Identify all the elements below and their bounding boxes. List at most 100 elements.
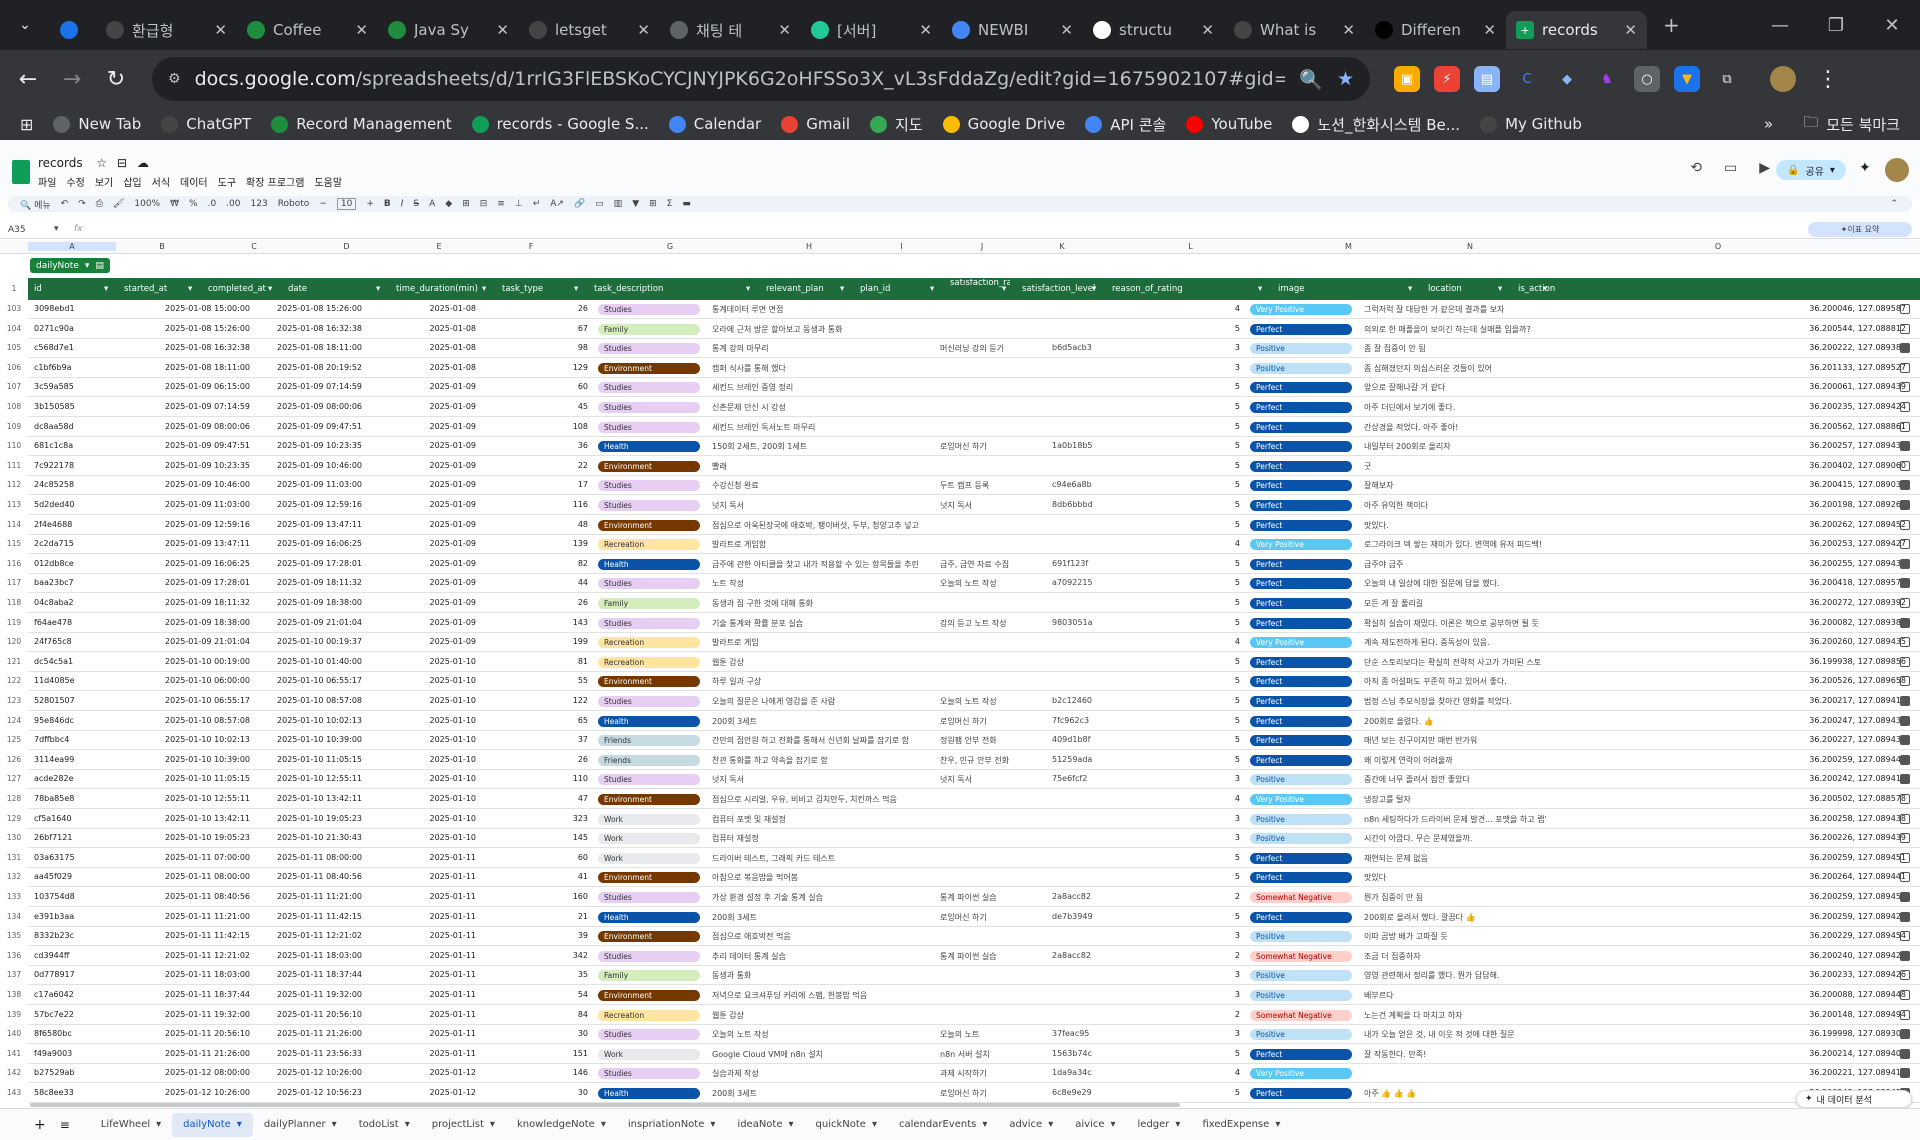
- browser-tab[interactable]: + records ✕: [1506, 11, 1647, 49]
- bookmark-item[interactable]: New Tab: [53, 115, 141, 133]
- sheet-tab[interactable]: knowledgeNote ▾: [506, 1113, 617, 1137]
- profile-avatar[interactable]: [1770, 66, 1796, 92]
- cell-date[interactable]: 2025-01-11: [398, 912, 477, 921]
- column-letter[interactable]: D: [300, 242, 393, 251]
- close-icon[interactable]: ✕: [1624, 21, 1637, 39]
- is-action-checkbox[interactable]: [1900, 833, 1910, 844]
- cell-completed-at[interactable]: 2025-01-10 08:57:08: [262, 696, 362, 705]
- cell-description[interactable]: 기술 통계와 확률 분포 실습: [712, 618, 940, 629]
- is-action-checkbox[interactable]: [1900, 598, 1910, 608]
- cell-completed-at[interactable]: 2025-01-09 17:28:01: [262, 559, 362, 568]
- history-icon[interactable]: ⟲: [1690, 160, 1702, 176]
- task-type-chip[interactable]: Family: [598, 323, 700, 335]
- cell-reason[interactable]: 조금 더 집중하자: [1364, 951, 1600, 962]
- cell-relevant-plan[interactable]: 로잉머신 하기: [940, 1088, 1050, 1099]
- dropdown-arrow-icon[interactable]: ▾: [188, 284, 192, 294]
- is-action-checkbox[interactable]: [1900, 539, 1910, 550]
- cell-date[interactable]: 2025-01-10: [398, 833, 477, 842]
- cell-location[interactable]: 36.200247, 127.089432: [1748, 716, 1906, 725]
- cell-reason[interactable]: 왜 이렇게 연락이 어려울까: [1364, 755, 1600, 766]
- row-number[interactable]: 112: [0, 480, 28, 489]
- row-number[interactable]: 134: [0, 912, 28, 921]
- dropdown-arrow-icon[interactable]: ▾: [574, 284, 578, 294]
- task-type-chip[interactable]: Studies: [598, 343, 700, 355]
- cell-rating[interactable]: 3: [1170, 833, 1240, 842]
- font-select[interactable]: Roboto: [278, 199, 310, 209]
- cell-id[interactable]: 0d778917: [34, 970, 134, 979]
- collapse-menu-icon[interactable]: ⌃: [1890, 199, 1898, 209]
- cell-started-at[interactable]: 2025-01-11 18:03:00: [150, 970, 250, 979]
- close-icon[interactable]: ✕: [496, 21, 509, 39]
- cell-completed-at[interactable]: 2025-01-11 21:26:00: [262, 1029, 362, 1038]
- cell-date[interactable]: 2025-01-11: [398, 990, 477, 999]
- cell-description[interactable]: 통계 강의 마무리: [712, 343, 940, 354]
- sheet-tab[interactable]: ledger ▾: [1127, 1113, 1192, 1137]
- cell-started-at[interactable]: 2025-01-12 08:00:00: [150, 1068, 250, 1077]
- task-type-chip[interactable]: Health: [598, 715, 700, 727]
- cell-location[interactable]: 36.200229, 127.089454: [1748, 931, 1906, 940]
- chevron-down-icon[interactable]: ▾: [1048, 1119, 1053, 1130]
- merge-icon[interactable]: ⊟: [480, 199, 488, 209]
- cell-description[interactable]: 발라트로 게임함: [712, 539, 940, 550]
- row-number[interactable]: 107: [0, 382, 28, 391]
- satisfaction-level-chip[interactable]: Perfect: [1250, 852, 1352, 864]
- cell-location[interactable]: 36.200242, 127.089411: [1748, 774, 1906, 783]
- minimize-button[interactable]: —: [1752, 15, 1808, 36]
- cell-location[interactable]: 36.200061, 127.089439: [1748, 382, 1906, 391]
- cell-reason[interactable]: 모든 게 잘 풀리길: [1364, 598, 1600, 609]
- column-letter[interactable]: K: [1016, 242, 1108, 251]
- close-icon[interactable]: ✕: [1060, 21, 1073, 39]
- satisfaction-level-chip[interactable]: Somewhat Negative: [1250, 1009, 1352, 1021]
- cell-date[interactable]: 2025-01-08: [398, 324, 477, 333]
- cell-duration[interactable]: 30: [480, 1088, 588, 1097]
- cell-rating[interactable]: 5: [1170, 853, 1240, 862]
- table-icon[interactable]: ▤: [95, 261, 104, 271]
- cell-location[interactable]: 36.200502, 127.088578: [1748, 794, 1906, 803]
- satisfaction-level-chip[interactable]: Perfect: [1250, 911, 1352, 923]
- cell-reason[interactable]: 잘해보자: [1364, 480, 1600, 491]
- cell-duration[interactable]: 60: [480, 382, 588, 391]
- column-letter[interactable]: H: [763, 242, 855, 251]
- cell-started-at[interactable]: 2025-01-11 12:21:02: [150, 951, 250, 960]
- sheet-tab[interactable]: dailyPlanner ▾: [253, 1113, 348, 1137]
- column-header[interactable]: task_description: [594, 284, 663, 294]
- cell-completed-at[interactable]: 2025-01-09 10:23:35: [262, 441, 362, 450]
- cell-location[interactable]: 36.200148, 127.089494: [1748, 1010, 1906, 1019]
- link-icon[interactable]: 🔗: [574, 199, 585, 209]
- cell-started-at[interactable]: 2025-01-12 10:26:00: [150, 1088, 250, 1097]
- cell-id[interactable]: b27529ab: [34, 1068, 134, 1077]
- cell-reason[interactable]: 매년 보는 친구이지만 매번 반가워: [1364, 735, 1600, 746]
- satisfaction-level-chip[interactable]: Positive: [1250, 343, 1352, 355]
- cell-rating[interactable]: 3: [1170, 931, 1240, 940]
- cell-date[interactable]: 2025-01-09: [398, 480, 477, 489]
- cell-relevant-plan[interactable]: 통계 파이썬 실습: [940, 892, 1050, 903]
- cell-id[interactable]: 3114ea99: [34, 755, 134, 764]
- column-header[interactable]: id: [34, 284, 42, 294]
- satisfaction-level-chip[interactable]: Positive: [1250, 833, 1352, 845]
- doc-title[interactable]: records: [38, 156, 83, 170]
- cell-rating[interactable]: 3: [1170, 990, 1240, 999]
- cell-location[interactable]: 36.200221, 127.089415: [1748, 1068, 1906, 1077]
- column-letter[interactable]: F: [485, 242, 577, 251]
- row-number[interactable]: 104: [0, 324, 28, 333]
- cell-reason[interactable]: 로그라이크 덱 쌓는 재미가 있다. 변역에 유저 피드백!: [1364, 539, 1600, 550]
- cell-plan-id[interactable]: 2a8acc82: [1052, 892, 1152, 901]
- bookmark-item[interactable]: YouTube: [1186, 115, 1272, 133]
- task-type-chip[interactable]: Environment: [598, 460, 700, 472]
- bookmark-item[interactable]: My Github: [1480, 115, 1582, 133]
- row-number[interactable]: 125: [0, 735, 28, 744]
- cell-id[interactable]: dc54c5a1: [34, 657, 134, 666]
- extension-icon[interactable]: ▼: [1674, 66, 1700, 92]
- cell-location[interactable]: 36.200227, 127.089433: [1748, 735, 1906, 744]
- is-action-checkbox[interactable]: [1900, 735, 1910, 746]
- cell-id[interactable]: acde282e: [34, 774, 134, 783]
- cell-location[interactable]: 36.200046, 127.089587: [1748, 304, 1906, 313]
- chevron-down-icon[interactable]: ▾: [237, 1119, 242, 1130]
- cell-description[interactable]: 캠퍼 식사를 통해 했다: [712, 363, 940, 374]
- cell-date[interactable]: 2025-01-08: [398, 304, 477, 313]
- cell-plan-id[interactable]: b6d5acb3: [1052, 343, 1152, 352]
- column-letter[interactable]: O: [1516, 242, 1920, 251]
- cell-started-at[interactable]: 2025-01-09 11:03:00: [150, 500, 250, 509]
- cell-duration[interactable]: 48: [480, 520, 588, 529]
- strikethrough-icon[interactable]: S: [413, 199, 419, 209]
